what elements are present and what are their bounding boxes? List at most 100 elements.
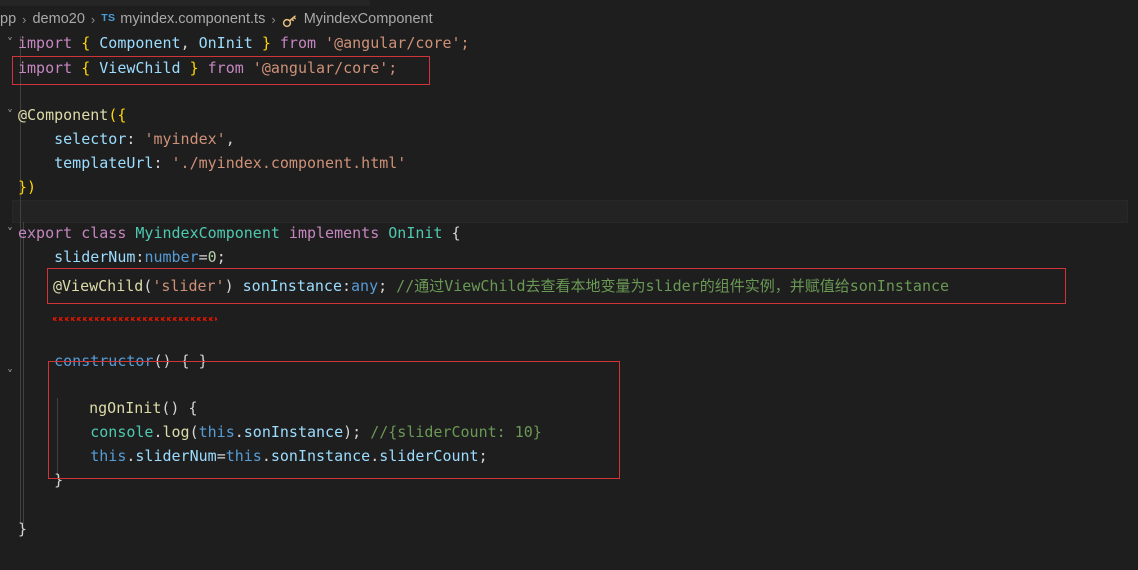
token-semicolon: ; <box>478 447 488 465</box>
token-templateurl-value: './myindex.component.html' <box>171 154 407 172</box>
token-ngoninit-body: () { <box>161 399 198 417</box>
code-line-1[interactable]: import { Component, OnInit } from '@angu… <box>18 32 470 54</box>
token-semicolon: ; <box>378 277 388 295</box>
token-colon: : <box>342 277 352 295</box>
token-close-paren-brace: }) <box>18 178 37 196</box>
token-soninstance-prop: sonInstance <box>233 277 342 295</box>
token-any-type: any <box>351 277 379 295</box>
breadcrumb[interactable]: pp › demo20 › TS myindex.component.ts › … <box>0 6 1138 32</box>
fold-chevron-icon[interactable]: ˅ <box>4 222 16 244</box>
token-module-path: '@angular/core'; <box>316 34 470 52</box>
fold-chevron-icon[interactable]: ˅ <box>4 32 16 54</box>
token-component-decorator: @Component <box>18 106 109 124</box>
ts-file-icon: TS <box>101 12 116 24</box>
breadcrumb-item-file[interactable]: myindex.component.ts <box>120 11 265 27</box>
token-slidercount: sliderCount <box>379 447 479 465</box>
code-line-17[interactable]: this.sliderNum=this.sonInstance.sliderCo… <box>18 445 488 467</box>
token-dot: . <box>234 423 244 441</box>
token-templateurl-key: templateUrl <box>18 154 154 172</box>
token-import: import <box>18 34 73 52</box>
token-zero-literal: 0 <box>207 248 217 266</box>
fold-chevron-icon[interactable]: ˅ <box>4 364 16 386</box>
token-brace-open: { <box>72 59 100 77</box>
breadcrumb-separator-icon: › <box>22 11 27 27</box>
token-close-brace: } <box>18 520 28 538</box>
code-editor-surface[interactable]: ˅ ˅ ˅ ˅ import { Component, OnInit } fro… <box>0 32 1138 570</box>
token-assign: = <box>216 447 226 465</box>
token-chinese-comment: //通过ViewChild去查看本地变量为slider的组件实例，并赋值给son… <box>387 277 950 295</box>
token-comma: , <box>225 130 235 148</box>
token-paren-open: ( <box>189 423 199 441</box>
token-implements: implements <box>279 224 389 242</box>
token-paren-close: ) <box>224 277 234 295</box>
breadcrumb-item-demo20[interactable]: demo20 <box>32 11 84 27</box>
code-line-2[interactable]: import { ViewChild } from '@angular/core… <box>18 57 397 79</box>
token-import: import <box>18 59 73 77</box>
token-component: Component <box>99 34 181 52</box>
code-line-6[interactable]: templateUrl: './myindex.component.html' <box>18 152 406 174</box>
token-selector-key: selector <box>18 130 127 148</box>
token-viewchild: ViewChild <box>99 59 181 77</box>
token-this: this <box>225 447 262 465</box>
error-squiggle <box>53 317 217 321</box>
token-dot: . <box>153 423 163 441</box>
token-colon: : <box>153 154 172 172</box>
code-line-5[interactable]: selector: 'myindex', <box>18 128 235 150</box>
token-log-fn: log <box>162 423 190 441</box>
code-line-18[interactable]: } <box>18 469 63 491</box>
token-soninstance: sonInstance <box>270 447 371 465</box>
token-brace-open: { <box>72 34 100 52</box>
token-interface-name: OnInit <box>388 224 443 242</box>
token-constructor: constructor <box>18 352 154 370</box>
fold-chevron-icon[interactable]: ˅ <box>4 104 16 126</box>
token-dot: . <box>261 447 271 465</box>
token-slider-arg: 'slider' <box>152 277 225 295</box>
current-line-highlight <box>12 200 1128 223</box>
breadcrumb-separator-icon: › <box>90 11 96 27</box>
token-this: this <box>18 447 127 465</box>
token-slidercount-comment: //{sliderCount: 10} <box>361 423 542 441</box>
token-ngoninit-fn: ngOnInit <box>53 399 162 417</box>
token-oninit: OnInit <box>198 34 253 52</box>
token-close-brace: } <box>18 471 64 489</box>
token-from: from <box>207 59 244 77</box>
code-line-11[interactable]: @ViewChild('slider') sonInstance:any; //… <box>53 275 949 297</box>
token-colon: : <box>126 130 145 148</box>
code-line-20[interactable]: } <box>18 518 27 540</box>
code-line-7[interactable]: }) <box>18 176 36 198</box>
token-assign: = <box>198 248 208 266</box>
token-paren-open: ( <box>143 277 153 295</box>
vscode-editor-window: pp › demo20 › TS myindex.component.ts › … <box>0 0 1138 570</box>
token-constructor-body: () { } <box>153 352 208 370</box>
token-selector-value: 'myindex' <box>144 130 226 148</box>
breadcrumb-item-app[interactable]: pp <box>0 11 16 27</box>
token-paren-close: ); <box>343 423 362 441</box>
token-number-type: number <box>144 248 199 266</box>
token-slidernum-prop: sliderNum <box>18 248 136 266</box>
token-brace-close: } <box>180 59 208 77</box>
token-from: from <box>279 34 317 52</box>
code-line-4[interactable]: @Component({ <box>18 104 126 126</box>
token-dot: . <box>370 447 380 465</box>
token-paren-brace: ({ <box>108 106 127 124</box>
token-this: this <box>198 423 235 441</box>
token-semicolon: ; <box>216 248 226 266</box>
token-brace-close: } <box>252 34 280 52</box>
token-soninstance: sonInstance <box>243 423 344 441</box>
breadcrumb-separator-icon: › <box>271 11 276 27</box>
token-slidernum: sliderNum <box>135 447 217 465</box>
token-export: export <box>18 224 73 242</box>
token-class: class <box>72 224 136 242</box>
token-viewchild-decorator: @ViewChild <box>53 277 144 295</box>
code-line-16[interactable]: console.log(this.sonInstance); //{slider… <box>18 421 542 443</box>
token-class-name: MyindexComponent <box>135 224 280 242</box>
code-line-15[interactable]: ngOnInit() { <box>53 397 198 419</box>
token-brace: { <box>442 224 461 242</box>
breadcrumb-item-symbol[interactable]: MyindexComponent <box>304 11 433 27</box>
token-console: console <box>18 423 154 441</box>
code-line-10[interactable]: sliderNum:number=0; <box>18 246 226 268</box>
code-line-13[interactable]: constructor() { } <box>18 350 208 372</box>
token-comma: , <box>180 34 199 52</box>
code-line-9[interactable]: export class MyindexComponent implements… <box>18 222 461 244</box>
token-module-path: '@angular/core'; <box>243 59 398 77</box>
